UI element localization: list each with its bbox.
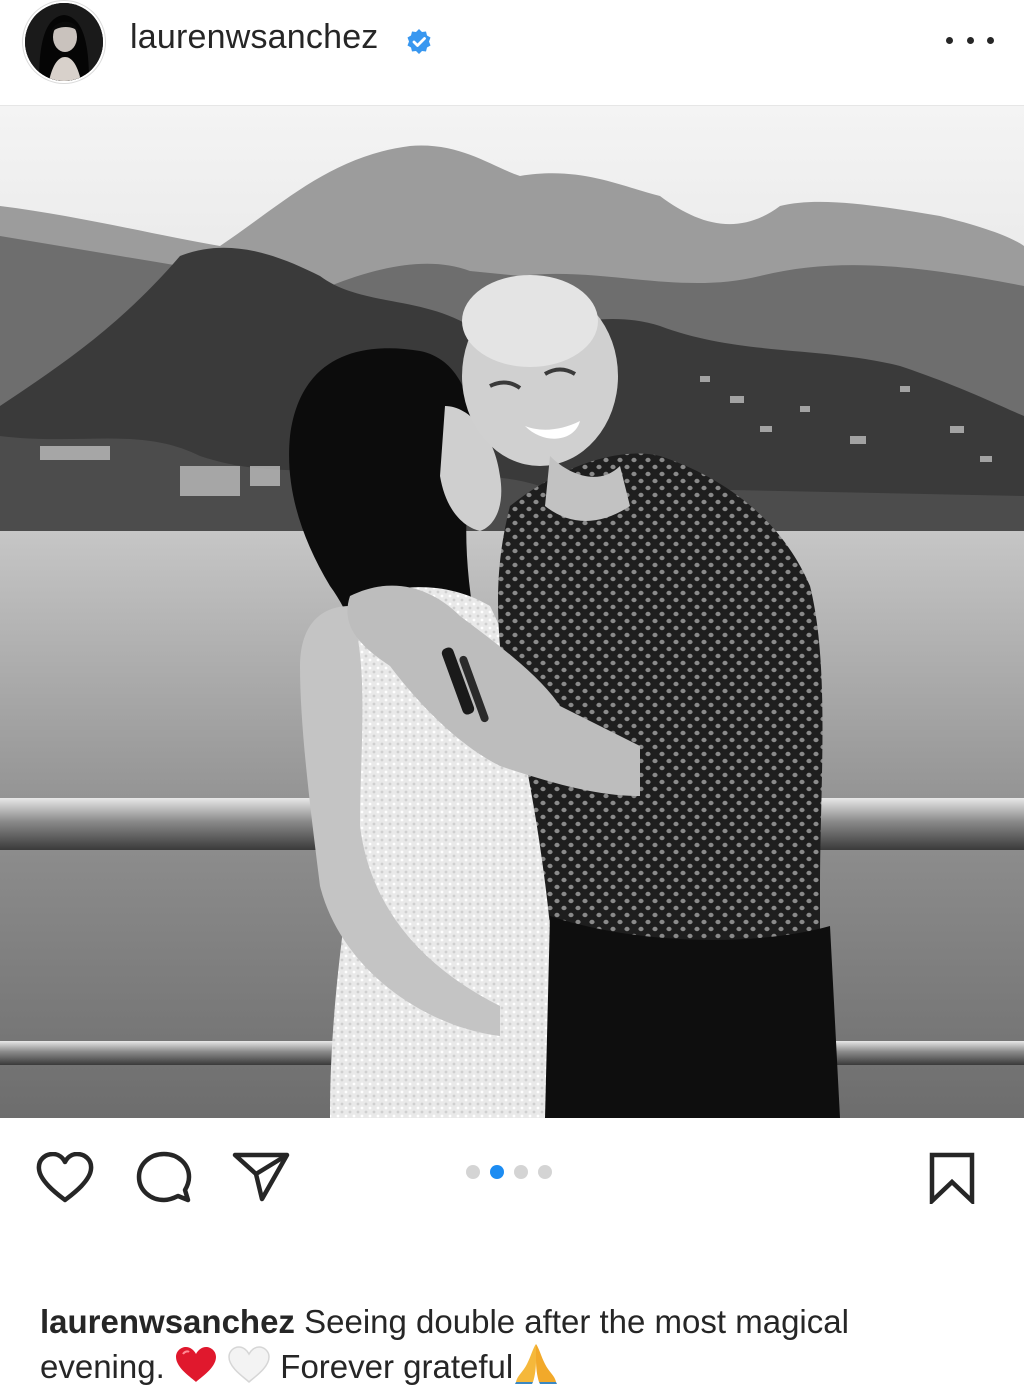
profile-avatar[interactable] bbox=[25, 3, 103, 81]
share-button[interactable] bbox=[232, 1152, 290, 1202]
caption-username[interactable]: laurenwsanchez bbox=[40, 1303, 295, 1340]
paper-plane-icon bbox=[232, 1152, 290, 1202]
carousel-indicator bbox=[466, 1165, 552, 1179]
carousel-dot-active bbox=[490, 1165, 504, 1179]
post-caption: laurenwsanchez Seeing double after the m… bbox=[40, 1302, 980, 1387]
more-horizontal-icon bbox=[946, 36, 953, 44]
post-username[interactable]: laurenwsanchez bbox=[130, 18, 379, 57]
bookmark-icon bbox=[929, 1152, 975, 1204]
avatar-image bbox=[25, 3, 103, 81]
couple-photo-image bbox=[0, 106, 1024, 1118]
post-header: laurenwsanchez bbox=[0, 0, 1024, 106]
carousel-dot bbox=[466, 1165, 480, 1179]
red-heart-emoji-icon bbox=[175, 1347, 216, 1382]
comment-button[interactable] bbox=[136, 1151, 192, 1205]
heart-icon bbox=[36, 1152, 94, 1203]
white-heart-emoji-icon bbox=[228, 1346, 270, 1384]
comment-icon bbox=[136, 1151, 192, 1203]
folded-hands-emoji-icon bbox=[515, 1344, 558, 1384]
caption-text-part2: Forever grateful bbox=[280, 1348, 514, 1385]
more-options-button[interactable] bbox=[946, 25, 994, 55]
carousel-dot bbox=[538, 1165, 552, 1179]
carousel-dot bbox=[514, 1165, 528, 1179]
verified-badge-icon bbox=[407, 29, 431, 54]
save-button[interactable] bbox=[929, 1152, 975, 1204]
post-photo[interactable] bbox=[0, 106, 1024, 1118]
like-button[interactable] bbox=[36, 1152, 94, 1204]
